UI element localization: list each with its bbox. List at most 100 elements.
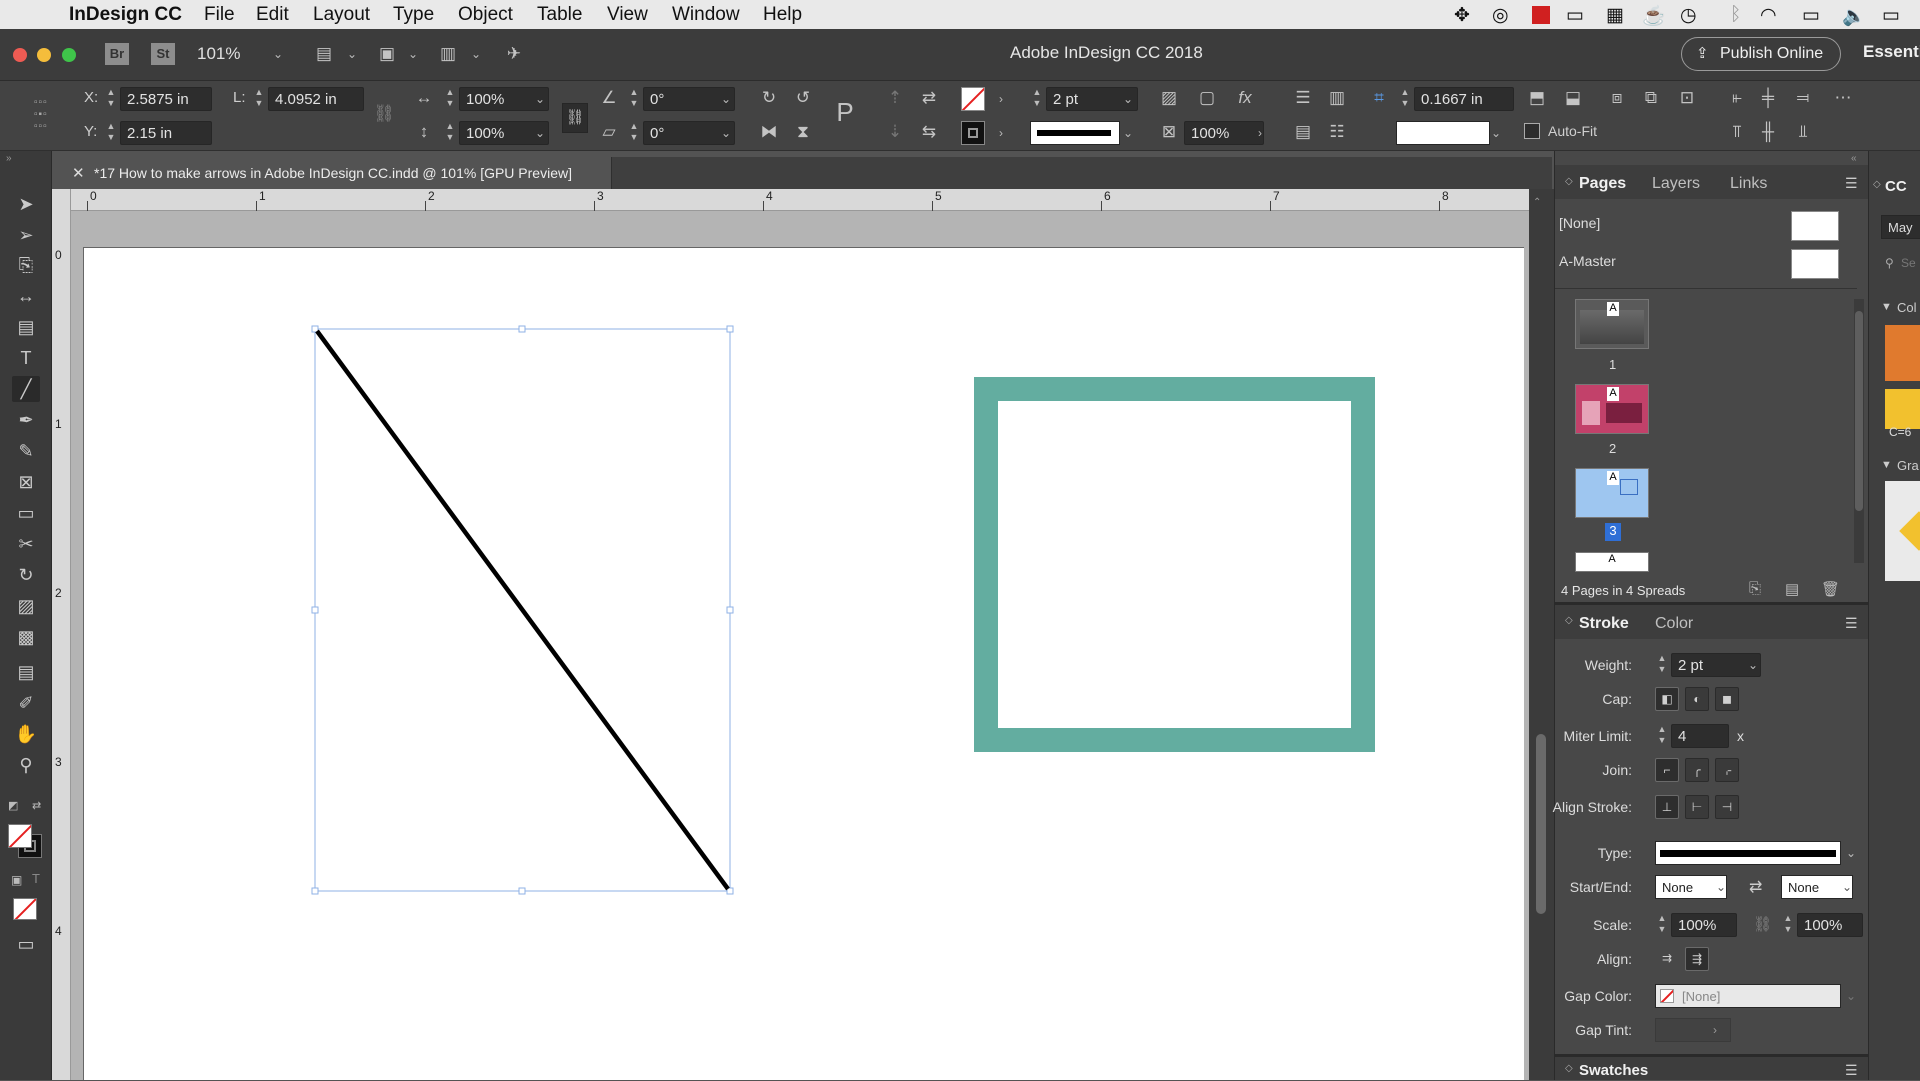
delete-page-icon[interactable]: 🗑 <box>1821 580 1840 598</box>
selection-handle[interactable] <box>726 606 734 614</box>
fit-proportional-icon[interactable]: ⧉ <box>1640 87 1662 109</box>
page-3-thumb[interactable]: A <box>1575 468 1649 518</box>
stroke-panel-collapse-icon[interactable]: ◇ <box>1565 615 1573 626</box>
volume-icon[interactable]: 🔈 <box>1842 4 1866 28</box>
flip-vertical-icon[interactable]: ⧗ <box>792 121 814 143</box>
adobe-icon[interactable] <box>1532 6 1550 24</box>
shadow-box-icon[interactable]: ▢ <box>1196 87 1218 109</box>
pencil-tool-icon[interactable]: ✎ <box>12 438 40 464</box>
constrain-scale-icon[interactable]: ⛓ <box>562 103 588 133</box>
corner-options-icon[interactable]: ⌗ <box>1368 87 1390 109</box>
select-next-icon[interactable]: ⇆ <box>918 121 940 143</box>
offset-field[interactable]: 0.1667 in <box>1414 87 1514 111</box>
page-tool-icon[interactable]: ⎘ <box>12 252 40 278</box>
note-tool-icon[interactable]: ▤ <box>12 659 40 685</box>
rectangle-frame-tool-icon[interactable]: ⊠ <box>12 469 40 495</box>
rotation-spinner[interactable]: ▲ ▼ <box>627 87 641 111</box>
menu-layout[interactable]: Layout <box>313 4 370 26</box>
stroke-swatch[interactable] <box>961 121 985 145</box>
screen-mode-icon[interactable]: ▣ <box>376 43 398 65</box>
tab-layers[interactable]: Layers <box>1652 175 1700 193</box>
flip-horizontal-icon[interactable]: ⧓ <box>758 121 780 143</box>
publish-rocket-icon[interactable]: ✈ <box>503 43 525 65</box>
line-tool-icon[interactable]: ╱ <box>12 376 40 402</box>
panel-collapse-icon[interactable]: ◇ <box>1565 176 1573 187</box>
scale-end-field[interactable]: 100% <box>1797 913 1863 937</box>
zoom-level[interactable]: 101% <box>197 44 240 64</box>
display-icon[interactable]: ▭ <box>1566 4 1584 27</box>
tab-pages[interactable]: Pages <box>1579 175 1626 193</box>
stock-button[interactable]: St <box>151 43 175 65</box>
default-colors-icon[interactable]: ◩ <box>8 799 18 812</box>
opacity-menu-icon[interactable]: › <box>1252 125 1268 141</box>
zoom-window-button[interactable] <box>62 48 76 62</box>
close-window-button[interactable] <box>13 48 27 62</box>
gap-color-select[interactable]: [None] <box>1655 984 1841 1008</box>
stroke-weight-spinner[interactable]: ▲ ▼ <box>1030 87 1044 111</box>
hand-tool-icon[interactable]: ✋ <box>12 721 40 747</box>
selection-tool-icon[interactable]: ➤ <box>12 191 40 217</box>
corner-shape-dropdown-icon[interactable]: ⌄ <box>1488 125 1504 141</box>
select-container-icon[interactable]: ⇡ <box>884 87 906 109</box>
horizontal-ruler[interactable]: 0 1 2 3 4 5 6 7 8 <box>71 189 1529 211</box>
free-transform-tool-icon[interactable]: ↻ <box>12 562 40 588</box>
battery-icon[interactable]: ▭ <box>1882 4 1900 27</box>
cc-libraries-tab[interactable]: CC <box>1885 178 1907 195</box>
stroke-weight-dropdown-icon[interactable]: ⌄ <box>1120 91 1136 107</box>
rectangle-tool-icon[interactable]: ▭ <box>12 500 40 526</box>
text-wrap-none-icon[interactable]: ☰ <box>1292 87 1314 109</box>
stroke-type-select-dropdown-icon[interactable]: ⌄ <box>1843 845 1859 861</box>
arrange-dropdown-icon[interactable]: ⌄ <box>468 46 484 62</box>
round-cap-button[interactable]: ◐ <box>1685 687 1709 711</box>
start-arrow-dropdown-icon[interactable]: ⌄ <box>1713 879 1729 895</box>
round-join-button[interactable]: ╭ <box>1685 758 1709 782</box>
tab-stroke[interactable]: Stroke <box>1579 615 1629 633</box>
stroke-type-field[interactable] <box>1030 121 1120 145</box>
menu-object[interactable]: Object <box>458 4 513 26</box>
minimize-window-button[interactable] <box>37 48 51 62</box>
collapse-tools-icon[interactable]: » <box>6 153 12 164</box>
tab-links[interactable]: Links <box>1730 175 1767 193</box>
y-spinner[interactable]: ▲ ▼ <box>104 121 118 145</box>
diagonal-line[interactable] <box>315 329 730 891</box>
airplay-icon[interactable]: ▭ <box>1802 4 1820 27</box>
screen-mode-dropdown-icon[interactable]: ⌄ <box>405 46 421 62</box>
align-center-icon[interactable]: ╪ <box>1757 87 1779 109</box>
pages-scrollbar[interactable] <box>1854 299 1864 563</box>
teal-rectangle-frame[interactable] <box>974 377 1375 752</box>
selection-handle[interactable] <box>311 606 319 614</box>
fill-color-box[interactable] <box>8 824 32 848</box>
align-top-icon[interactable]: ⫪ <box>1726 121 1748 143</box>
align-left-icon[interactable]: ⫦ <box>1726 87 1748 109</box>
new-page-icon[interactable]: ▤ <box>1785 580 1799 598</box>
menu-help[interactable]: Help <box>763 4 802 26</box>
pages-scrollbar-thumb[interactable] <box>1855 311 1863 511</box>
end-arrow-dropdown-icon[interactable]: ⌄ <box>1839 879 1855 895</box>
vertical-scrollbar[interactable]: ⌃ <box>1529 189 1554 1080</box>
bevel-join-button[interactable]: ⌌ <box>1715 758 1739 782</box>
selection-handle[interactable] <box>518 887 526 895</box>
pages-panel-menu-icon[interactable]: ☰ <box>1845 175 1858 192</box>
fit-frame-icon[interactable]: ⬒ <box>1526 87 1548 109</box>
scale-y-spinner[interactable]: ▲ ▼ <box>443 121 457 145</box>
gap-tint-menu-icon[interactable]: › <box>1707 1022 1723 1038</box>
fill-swatch[interactable] <box>961 87 985 111</box>
select-previous-icon[interactable]: ⇄ <box>918 87 940 109</box>
swap-arrowheads-icon[interactable]: ⇄ <box>1749 877 1762 897</box>
butt-cap-button[interactable]: ◧ <box>1655 687 1679 711</box>
menu-edit[interactable]: Edit <box>256 4 289 26</box>
bluetooth-icon[interactable]: ᛒ <box>1730 4 1741 26</box>
selection-handle[interactable] <box>726 325 734 333</box>
arrange-documents-icon[interactable]: ▥ <box>437 43 459 65</box>
view-options-icon[interactable]: ▤ <box>313 43 335 65</box>
gap-color-dropdown-icon[interactable]: ⌄ <box>1843 988 1859 1004</box>
menu-table[interactable]: Table <box>537 4 582 26</box>
library-graphic-thumb[interactable] <box>1885 481 1920 581</box>
bridge-button[interactable]: Br <box>105 43 129 65</box>
close-tab-icon[interactable]: ✕ <box>72 164 85 182</box>
page-4-thumb[interactable]: A <box>1575 552 1649 572</box>
menu-type[interactable]: Type <box>393 4 434 26</box>
menu-view[interactable]: View <box>607 4 648 26</box>
content-collector-icon[interactable]: ▤ <box>12 314 40 340</box>
formatting-container-icon[interactable]: ▣ <box>11 873 22 887</box>
